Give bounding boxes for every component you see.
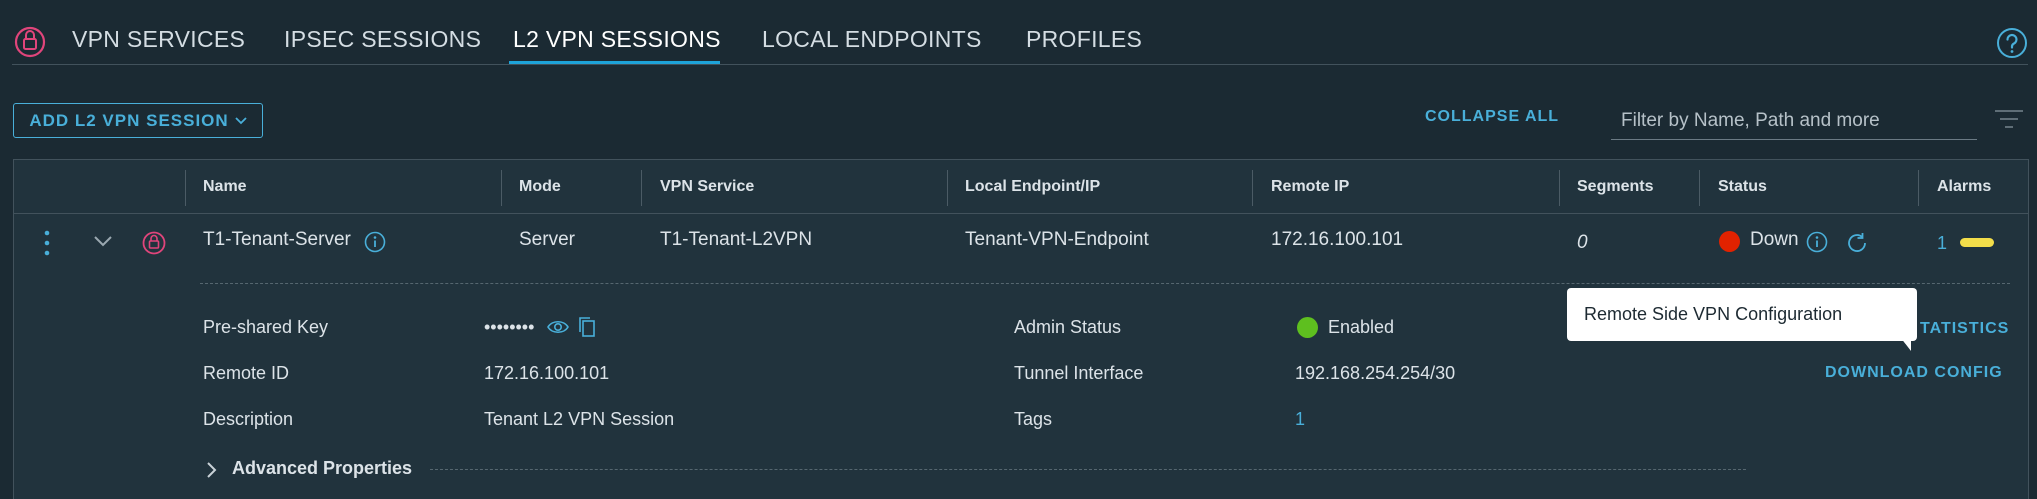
more-vertical-icon[interactable] [40,228,54,258]
column-header-name[interactable]: Name [203,178,247,196]
column-separator [1918,170,1919,206]
lock-icon [14,26,46,58]
advanced-properties-separator [430,469,1746,470]
pre-shared-key-label: Pre-shared Key [203,317,329,337]
remote-id-label: Remote ID [203,363,290,383]
row-name: T1-Tenant-Server [203,229,351,250]
row-segments: 0 [1577,232,1588,253]
info-icon[interactable] [1806,231,1828,253]
vpn-lock-icon [142,231,166,255]
tab-vpn-services[interactable]: VPN SERVICES [72,26,245,62]
chevron-down-icon [235,116,247,124]
tab-local-endpoints[interactable]: LOCAL ENDPOINTS [762,26,982,62]
add-l2-vpn-session-button[interactable]: ADD L2 VPN SESSION [13,103,263,138]
help-icon[interactable] [1996,27,2028,59]
view-statistics-link[interactable]: TATISTICS [1920,320,2009,338]
column-header-segments[interactable]: Segments [1577,178,1653,196]
tags-label: Tags [1014,409,1053,429]
row-status: Down [1750,229,1799,250]
column-separator [947,170,948,206]
filter-icon[interactable] [1994,108,2024,130]
description-label: Description [203,409,294,429]
admin-status-value: Enabled [1328,317,1395,337]
collapse-all-button[interactable]: COLLAPSE ALL [1425,108,1559,126]
description-value: Tenant L2 VPN Session [484,409,675,429]
add-button-label: ADD L2 VPN SESSION [29,110,229,130]
copy-icon[interactable] [578,316,596,338]
advanced-properties-toggle[interactable]: Advanced Properties [232,458,412,479]
column-header-remote-ip[interactable]: Remote IP [1271,178,1349,196]
pre-shared-key-value: •••••••• [484,317,535,337]
download-config-tooltip: Remote Side VPN Configuration [1567,288,1917,341]
tab-l2-vpn-sessions[interactable]: L2 VPN SESSIONS [513,26,721,62]
column-header-vpn-service[interactable]: VPN Service [660,178,754,196]
remote-id-value: 172.16.100.101 [484,363,610,383]
filter-input[interactable] [1611,102,1977,140]
tunnel-interface-value: 192.168.254.254/30 [1295,363,1456,383]
row-mode: Server [519,229,575,250]
column-separator [641,170,642,206]
tooltip-pointer [1897,333,1911,351]
chevron-right-icon[interactable] [205,461,217,479]
row-local-endpoint: Tenant-VPN-Endpoint [965,229,1149,250]
column-separator [1559,170,1560,206]
column-separator [1252,170,1253,206]
tunnel-interface-label: Tunnel Interface [1014,363,1144,383]
row-detail-separator [200,283,2010,284]
status-enabled-indicator [1297,317,1318,338]
refresh-icon[interactable] [1845,231,1869,255]
admin-status-label: Admin Status [1014,317,1122,337]
column-header-status[interactable]: Status [1718,178,1767,196]
column-header-alarms[interactable]: Alarms [1937,178,1991,196]
column-header-mode[interactable]: Mode [519,178,561,196]
row-vpn-service: T1-Tenant-L2VPN [660,229,813,250]
column-separator [1699,170,1700,206]
column-header-local-endpoint[interactable]: Local Endpoint/IP [965,178,1100,196]
row-remote-ip: 172.16.100.101 [1271,229,1404,250]
eye-icon[interactable] [546,318,570,336]
alarm-warning-bar [1960,238,1994,247]
tags-count[interactable]: 1 [1295,409,1305,430]
tab-ipsec-sessions[interactable]: IPSEC SESSIONS [284,26,481,62]
status-down-indicator [1719,231,1740,252]
column-separator [501,170,502,206]
alarm-count[interactable]: 1 [1937,233,1947,254]
column-separator [185,170,186,206]
tooltip-text: Remote Side VPN Configuration [1584,304,1843,324]
download-config-link[interactable]: DOWNLOAD CONFIG [1825,364,2003,382]
info-icon[interactable] [364,231,386,253]
tab-bar-divider [12,64,2028,65]
tab-profiles[interactable]: PROFILES [1026,26,1142,62]
chevron-down-icon[interactable] [93,234,113,248]
